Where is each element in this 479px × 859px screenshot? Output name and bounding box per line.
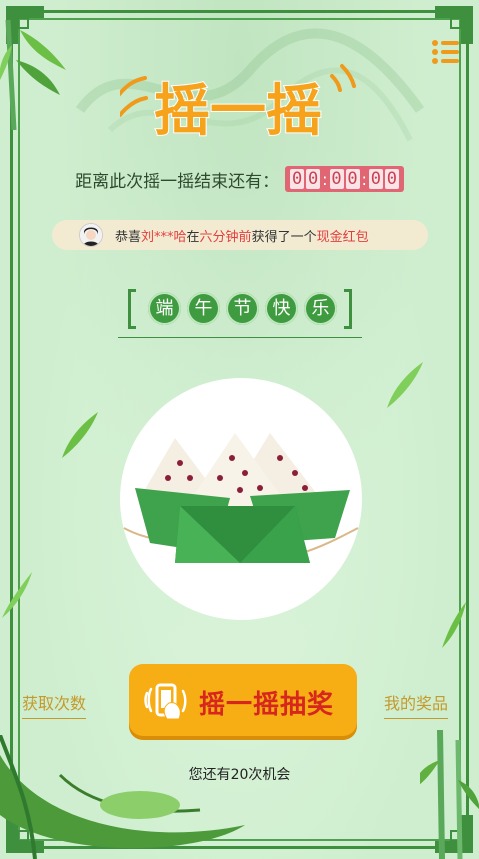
banner-bracket bbox=[128, 289, 136, 329]
my-prizes-label: 我的奖品 bbox=[384, 694, 449, 713]
banner-bracket bbox=[344, 289, 352, 329]
notice-text: 获得了一个 bbox=[251, 229, 317, 245]
leaf-decoration bbox=[62, 412, 98, 458]
page-title: 摇一摇 bbox=[113, 60, 360, 150]
link-underline bbox=[22, 718, 87, 719]
countdown-digit: 0 bbox=[329, 169, 344, 189]
remaining-chances: 您还有20次机会 bbox=[188, 767, 291, 783]
avatar bbox=[79, 223, 103, 247]
countdown-digit: 0 bbox=[306, 169, 321, 189]
festival-char: 端 bbox=[148, 292, 181, 325]
countdown-separator: : bbox=[322, 169, 328, 189]
title-text: 摇一摇 bbox=[154, 79, 322, 144]
leaf-decoration bbox=[442, 602, 466, 648]
countdown-digit: 0 bbox=[290, 169, 305, 189]
festival-banner: 端 午 节 快 乐 bbox=[118, 289, 362, 341]
countdown-label: 距离此次摇一摇结束还有： bbox=[75, 171, 280, 192]
shake-draw-label: 摇一摇抽奖 bbox=[199, 689, 335, 720]
leaf-decoration bbox=[2, 572, 32, 618]
notice-winner-name: 刘***哈 bbox=[141, 229, 187, 245]
festival-char: 乐 bbox=[304, 292, 337, 325]
get-chances-label: 获取次数 bbox=[22, 694, 87, 713]
bamboo-decoration bbox=[0, 20, 66, 130]
festival-char: 快 bbox=[265, 292, 298, 325]
leaf-decoration bbox=[387, 362, 423, 408]
get-chances-link[interactable]: 获取次数 bbox=[22, 690, 87, 719]
my-prizes-link[interactable]: 我的奖品 bbox=[384, 690, 449, 719]
festival-text: 端 午 节 快 乐 bbox=[148, 292, 337, 325]
notice-time: 六分钟前 bbox=[199, 229, 252, 245]
countdown-separator: : bbox=[361, 169, 367, 189]
divider bbox=[118, 337, 362, 338]
countdown-digit: 0 bbox=[384, 169, 399, 189]
shake-draw-button[interactable]: 摇一摇抽奖 bbox=[129, 664, 357, 740]
notice-prefix: 恭喜 bbox=[115, 229, 142, 245]
countdown-digit: 0 bbox=[345, 169, 360, 189]
link-underline bbox=[384, 718, 449, 719]
notice-text: 在 bbox=[186, 229, 200, 245]
bamboo-decoration bbox=[420, 730, 479, 859]
leaf-decoration bbox=[0, 735, 245, 859]
festival-char: 午 bbox=[187, 292, 220, 325]
zongzi-illustration bbox=[120, 378, 362, 620]
phone-shake-icon bbox=[143, 679, 189, 725]
countdown-timer: 0 0 : 0 0 : 0 0 bbox=[285, 166, 404, 192]
menu-icon[interactable] bbox=[429, 36, 461, 68]
notice-prize: 现金红包 bbox=[316, 229, 369, 245]
countdown-digit: 0 bbox=[368, 169, 383, 189]
winner-notice: 恭喜 刘***哈 在 六分钟前 获得了一个 现金红包 bbox=[52, 220, 428, 250]
festival-char: 节 bbox=[226, 292, 259, 325]
countdown: 距离此次摇一摇结束还有： 0 0 : 0 0 : 0 0 bbox=[0, 166, 479, 192]
